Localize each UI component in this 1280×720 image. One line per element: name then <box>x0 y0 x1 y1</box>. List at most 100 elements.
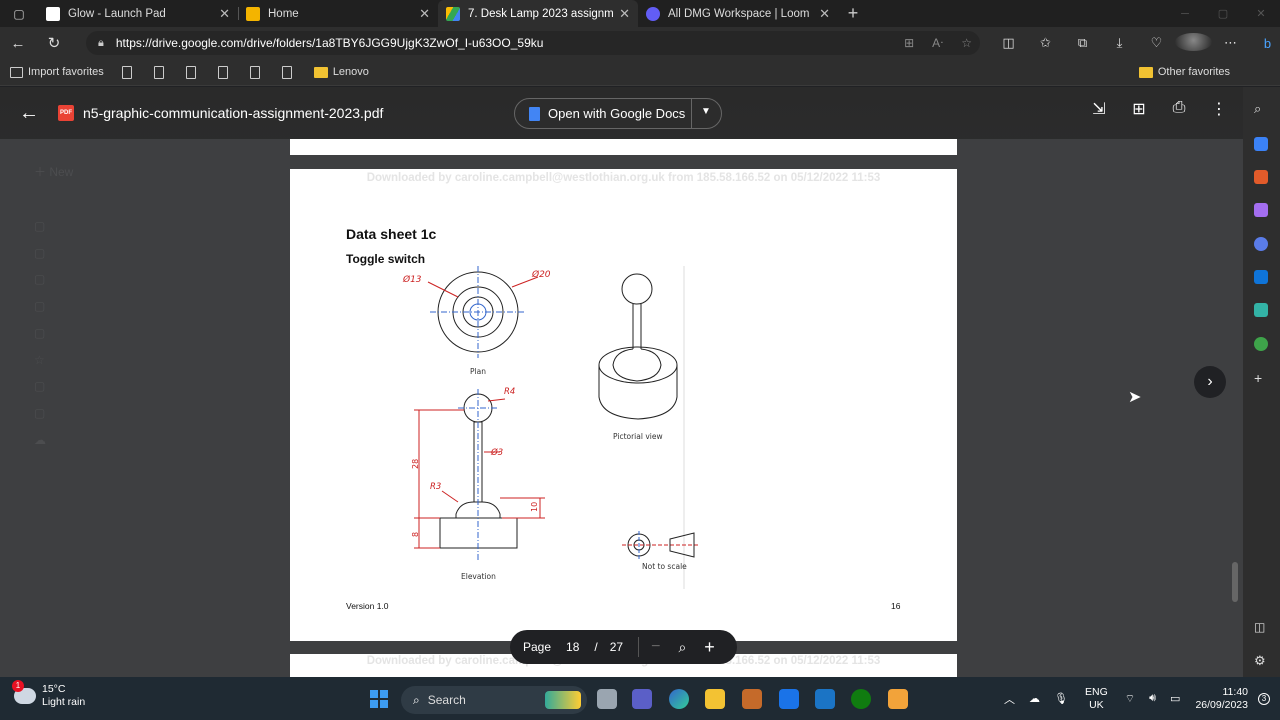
onedrive-icon[interactable]: ☁ <box>1029 692 1040 705</box>
volume-icon[interactable]: 🔊︎ <box>1149 692 1156 705</box>
close-preview-icon[interactable]: ← <box>0 102 58 125</box>
chevron-down-icon[interactable]: ▼ <box>701 106 711 117</box>
battery-icon[interactable]: ▭ <box>1170 692 1180 705</box>
bookmark-5[interactable] <box>249 65 264 79</box>
tab-glow[interactable]: Glow - Launch Pad ✕ <box>38 0 238 27</box>
browser-tools: ◫ ✩ ⧉ ⤓ ♡ ⋯ b <box>990 27 1280 59</box>
scrollbar[interactable] <box>1232 562 1238 602</box>
add-shortcut-icon[interactable]: ⇲ <box>1087 99 1111 119</box>
folder-label: Lenovo <box>332 66 369 78</box>
close-icon[interactable]: ✕ <box>219 6 230 22</box>
close-icon[interactable]: ✕ <box>419 6 430 22</box>
bookmark-folder-lenovo[interactable]: Lenovo <box>313 66 369 78</box>
bookmark-2[interactable] <box>153 65 168 79</box>
notification-badge[interactable]: 3 <box>1258 692 1270 705</box>
zoom-out-icon[interactable]: − <box>651 638 660 656</box>
teams-icon[interactable] <box>632 689 652 709</box>
url-prefix: https:// <box>115 36 152 50</box>
next-file-button[interactable]: › <box>1194 366 1226 398</box>
dim-10: 10 <box>530 502 539 512</box>
tab-home[interactable]: Home ✕ <box>238 0 438 27</box>
split-screen-icon[interactable]: ◫ <box>990 35 1027 51</box>
launcher-l-icon[interactable] <box>815 689 835 709</box>
settings-gear-icon[interactable]: ⚙ <box>1254 653 1268 668</box>
weather-icon: 1 <box>12 680 36 704</box>
collections-icon[interactable]: ⧉ <box>1064 35 1101 51</box>
previous-page-edge <box>290 139 957 155</box>
tools-icon[interactable] <box>1254 170 1268 184</box>
dim-r3: R3 <box>430 482 441 492</box>
outlook-icon[interactable] <box>1254 270 1268 284</box>
menu-icon[interactable]: ⋯ <box>1212 35 1249 51</box>
bookmark-1[interactable] <box>121 65 136 79</box>
mail-icon[interactable] <box>779 689 799 709</box>
language-region: UK <box>1089 698 1104 711</box>
pdf-viewer-header: ← PDF n5-graphic-communication-assignmen… <box>0 87 1243 139</box>
wifi-icon[interactable]: ⌔ <box>1125 692 1135 706</box>
more-options-icon[interactable]: ⋮ <box>1207 99 1231 119</box>
dim-28: 28 <box>411 459 420 469</box>
edge-icon[interactable] <box>669 689 689 709</box>
task-view-icon[interactable] <box>597 689 617 709</box>
sidebar-toggle-icon[interactable]: ◫ <box>1254 620 1268 634</box>
language-indicator[interactable]: ENG UK <box>1085 686 1108 712</box>
copilot-icon[interactable]: b <box>1249 36 1280 51</box>
tab-actions-icon[interactable]: ▢ <box>0 0 38 27</box>
open-with-label: Open with Google Docs <box>548 106 686 121</box>
weather-widget[interactable]: 1 15°C Light rain <box>12 680 85 709</box>
search-icon[interactable]: ⌕ <box>1254 101 1268 116</box>
current-page[interactable]: 18 <box>566 640 579 654</box>
games-icon[interactable] <box>1254 203 1268 217</box>
close-icon[interactable]: ✕ <box>619 6 630 22</box>
read-aloud-icon[interactable]: Aᐧ <box>932 36 943 50</box>
close-window-icon[interactable]: ✕ <box>1242 0 1280 27</box>
tab-desk-lamp[interactable]: 7. Desk Lamp 2023 assignment ✕ <box>438 0 638 27</box>
store-icon[interactable] <box>742 689 762 709</box>
refresh-icon[interactable]: ↻ <box>36 29 72 57</box>
profile-avatar[interactable] <box>1175 32 1212 54</box>
folder-icon <box>1138 66 1153 78</box>
bookmark-6[interactable] <box>281 65 296 79</box>
file-explorer-icon[interactable] <box>705 689 725 709</box>
temperature: 15°C <box>42 683 66 695</box>
open-with-button[interactable]: Open with Google Docs ▼ <box>514 98 722 129</box>
add-icon[interactable]: + <box>1254 370 1268 386</box>
maximize-icon[interactable]: ▢ <box>1204 0 1242 27</box>
downloads-icon[interactable]: ⤓ <box>1101 35 1138 51</box>
loom-icon <box>646 6 660 21</box>
extensions-icon[interactable]: ♡ <box>1138 35 1175 51</box>
tag-icon[interactable] <box>1254 137 1268 151</box>
m365-icon[interactable] <box>1254 237 1268 251</box>
start-button-icon[interactable] <box>370 690 388 708</box>
tab-title: Home <box>268 7 299 20</box>
tab-loom[interactable]: All DMG Workspace | Loom ✕ <box>638 0 838 27</box>
clock[interactable]: 11:40 26/09/2023 <box>1195 686 1248 712</box>
send-icon[interactable] <box>1254 303 1268 317</box>
import-favorites[interactable]: Import favorites <box>10 66 104 78</box>
favorite-star-icon[interactable]: ☆ <box>961 36 972 50</box>
classroom-icon <box>246 6 260 21</box>
bookmark-4[interactable] <box>217 65 232 79</box>
app-i-icon[interactable] <box>888 689 908 709</box>
microphone-icon[interactable]: 🎙︎ <box>1054 692 1068 705</box>
other-favorites[interactable]: Other favorites <box>1138 66 1230 78</box>
minimize-icon[interactable]: ─ <box>1166 0 1204 27</box>
back-icon[interactable]: ← <box>0 29 36 57</box>
xbox-icon[interactable] <box>851 689 871 709</box>
drive-nav-ghost: ▢ ▢ ▢ ▢ ▢ ☆ ▢ ▢ ☁ <box>34 219 46 447</box>
bookmark-3[interactable] <box>185 65 200 79</box>
projection-symbol <box>622 531 700 559</box>
zoom-in-icon[interactable]: + <box>704 637 715 658</box>
new-tab-button[interactable]: + <box>838 0 868 27</box>
print-icon[interactable]: ⎙ <box>1167 99 1191 119</box>
favorites-icon[interactable]: ✩ <box>1027 35 1064 51</box>
close-icon[interactable]: ✕ <box>819 6 830 22</box>
chevron-up-icon[interactable]: ︿ <box>1004 691 1015 707</box>
taskbar-search[interactable]: ⌕ Search <box>401 686 587 714</box>
open-new-window-icon[interactable]: ⊞ <box>1127 99 1151 119</box>
tree-icon[interactable] <box>1254 337 1268 351</box>
app-available-icon[interactable]: ⊞ <box>904 36 914 50</box>
zoom-icon[interactable]: ⌕ <box>678 639 686 656</box>
address-bar[interactable]: 🔒︎ https://drive.google.com/drive/folder… <box>86 31 980 55</box>
plan-label: Plan <box>470 367 486 376</box>
